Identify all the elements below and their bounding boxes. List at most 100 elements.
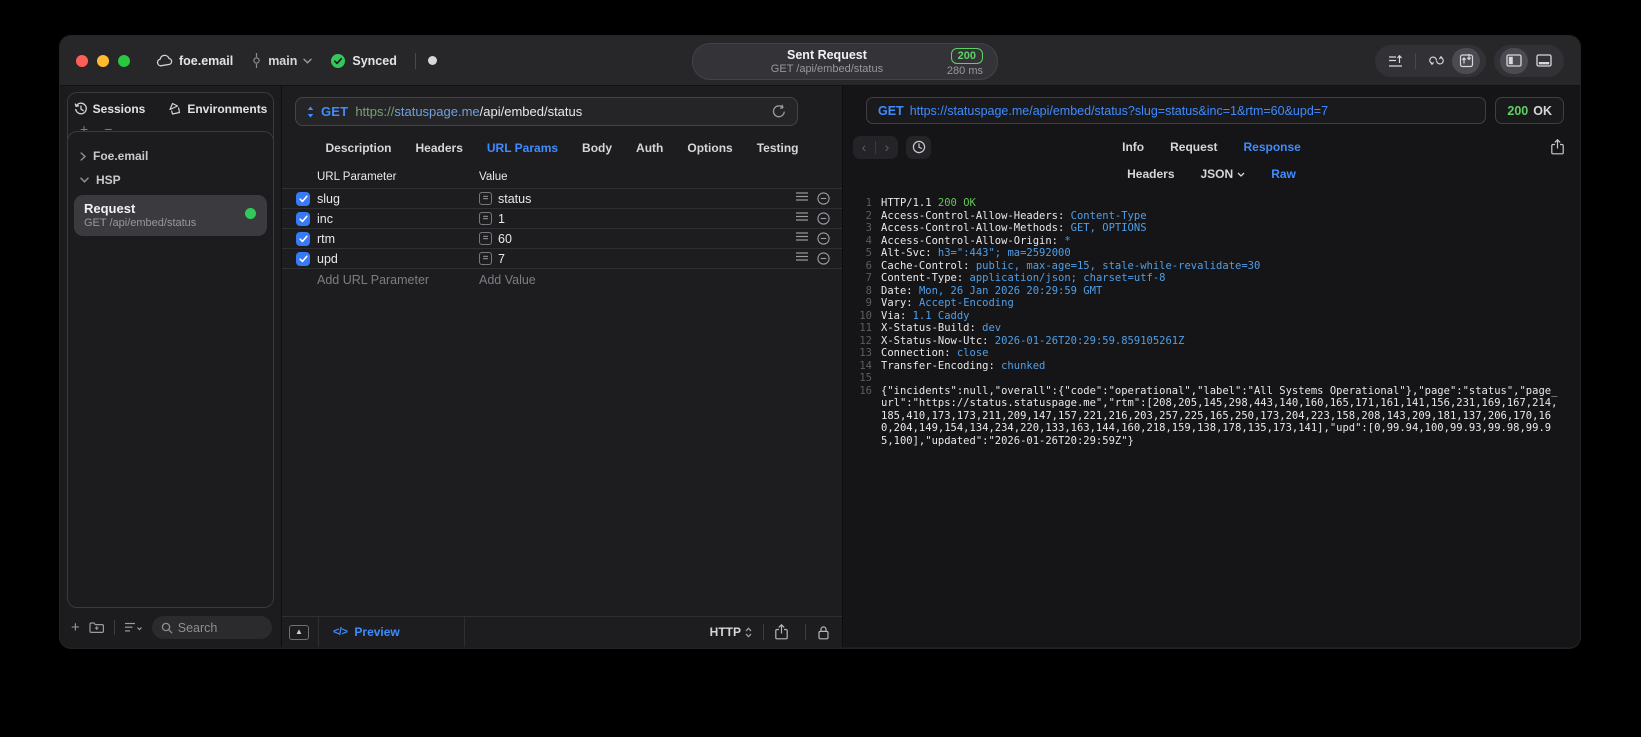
- response-body: 1 HTTP/1.1 200 OK 2 Access-Control-Allow-He…: [843, 188, 1580, 647]
- branch-selector[interactable]: main: [251, 53, 313, 68]
- project-name: foe.email: [179, 53, 234, 68]
- view-tab-json[interactable]: JSON: [1201, 167, 1246, 181]
- minimize-window-button[interactable]: [97, 54, 109, 67]
- param-enabled-checkbox[interactable]: [296, 251, 310, 266]
- tab-description[interactable]: Description: [326, 141, 392, 155]
- remove-row-icon[interactable]: [817, 232, 830, 245]
- lock-icon[interactable]: [817, 625, 842, 640]
- view-tab-raw[interactable]: Raw: [1271, 167, 1296, 181]
- request-subtitle: GET /api/embed/status: [84, 217, 197, 229]
- tab-headers[interactable]: Headers: [416, 141, 463, 155]
- sync-label: Synced: [352, 53, 397, 68]
- remove-row-icon[interactable]: [817, 192, 830, 205]
- request-list-item[interactable]: Request GET /api/embed/status: [74, 195, 267, 236]
- sort-list-icon[interactable]: [124, 622, 143, 633]
- check-circle-icon: [330, 53, 346, 69]
- row-reorder-icon[interactable]: [796, 212, 808, 225]
- param-name[interactable]: inc: [317, 212, 479, 226]
- line-text: Content-Type: application/json; charset=…: [881, 272, 1166, 284]
- tab-testing[interactable]: Testing: [757, 141, 799, 155]
- equals-icon: =: [479, 212, 492, 225]
- params-header-row: URL Parameter Value: [282, 166, 842, 188]
- param-enabled-checkbox[interactable]: [296, 191, 310, 206]
- param-value[interactable]: 1: [498, 212, 505, 226]
- resend-request-icon[interactable]: [772, 104, 786, 119]
- updown-chevrons-icon: [745, 626, 752, 638]
- tab-url-params[interactable]: URL Params: [487, 141, 558, 155]
- group-label: HSP: [96, 173, 121, 187]
- request-url-input[interactable]: https://statuspage.me/api/embed/status: [355, 104, 582, 119]
- line-text: X-Status-Now-Utc: 2026-01-26T20:29:59.85…: [881, 334, 1185, 347]
- tab-sessions[interactable]: Sessions: [74, 102, 145, 116]
- row-reorder-icon[interactable]: [796, 192, 808, 205]
- tab-body[interactable]: Body: [582, 141, 612, 155]
- tab-response[interactable]: Response: [1243, 140, 1300, 154]
- group-foe-email[interactable]: Foe.email: [68, 142, 273, 166]
- request-footer: ▲ </> Preview HTTP: [282, 616, 842, 647]
- share-icon[interactable]: [775, 624, 794, 640]
- group-hsp[interactable]: HSP: [68, 166, 273, 190]
- import-export-icon[interactable]: [1452, 47, 1480, 74]
- project-selector[interactable]: foe.email: [156, 54, 233, 68]
- line-text: X-Status-Build: dev: [881, 322, 1002, 334]
- request-tabs: Description Headers URL Params Body Auth Opti…: [282, 133, 842, 166]
- environments-label: Environments: [187, 102, 268, 116]
- sidebar-search[interactable]: [151, 616, 272, 639]
- search-input[interactable]: [177, 620, 263, 635]
- protocol-select[interactable]: HTTP: [710, 625, 752, 639]
- param-value[interactable]: 7: [498, 252, 505, 266]
- param-name[interactable]: upd: [317, 252, 479, 266]
- new-folder-icon[interactable]: [89, 621, 105, 634]
- sort-lines-icon[interactable]: [1381, 48, 1409, 74]
- row-reorder-icon[interactable]: [796, 252, 808, 265]
- toolbar-separator: [1415, 52, 1416, 69]
- history-nav: ‹ ›: [853, 135, 898, 159]
- line-text: Vary: Accept-Encoding: [881, 297, 1014, 309]
- expand-panel-button[interactable]: ▲: [289, 624, 309, 640]
- response-status-box: 200 OK: [1495, 97, 1564, 124]
- back-icon[interactable]: ‹: [853, 137, 875, 158]
- sync-status[interactable]: Synced: [330, 53, 397, 69]
- toggle-left-panel-icon[interactable]: [1500, 47, 1528, 74]
- param-name[interactable]: rtm: [317, 232, 479, 246]
- response-request-line[interactable]: GET https://statuspage.me/api/embed/stat…: [866, 97, 1487, 124]
- add-value-field[interactable]: Add Value: [479, 273, 784, 287]
- sync-loop-icon[interactable]: [1422, 48, 1450, 74]
- tab-auth[interactable]: Auth: [636, 141, 663, 155]
- tab-request[interactable]: Request: [1170, 140, 1217, 154]
- tab-environments[interactable]: Environments: [167, 102, 267, 116]
- line-number: 7: [865, 272, 872, 284]
- param-row: rtm = 60: [282, 228, 842, 248]
- line-number: 2: [865, 209, 872, 222]
- param-value[interactable]: 60: [498, 232, 512, 246]
- param-enabled-checkbox[interactable]: [296, 231, 310, 246]
- zoom-window-button[interactable]: [118, 54, 130, 67]
- tab-info[interactable]: Info: [1122, 140, 1144, 154]
- history-clock-icon[interactable]: [906, 135, 931, 159]
- param-enabled-checkbox[interactable]: [296, 211, 310, 226]
- request-method[interactable]: GET: [321, 104, 348, 119]
- search-icon: [161, 622, 173, 634]
- param-name[interactable]: slug: [317, 192, 479, 206]
- method-stepper-icon[interactable]: [307, 106, 314, 118]
- param-value[interactable]: status: [498, 192, 531, 206]
- chevron-down-icon: [1237, 172, 1245, 177]
- remove-row-icon[interactable]: [817, 252, 830, 265]
- toggle-bottom-panel-icon[interactable]: [1530, 48, 1558, 74]
- titlebar: foe.email main Synced Sent Request GET /…: [60, 36, 1580, 86]
- export-response-icon[interactable]: [1551, 139, 1564, 155]
- request-url-bar[interactable]: GET https://statuspage.me/api/embed/stat…: [295, 97, 798, 126]
- view-tab-headers[interactable]: Headers: [1127, 167, 1174, 181]
- preview-button[interactable]: </> Preview: [318, 617, 465, 647]
- record-dot[interactable]: [427, 56, 437, 65]
- line-number: 4: [865, 234, 872, 247]
- line-number: 6: [865, 259, 872, 272]
- tab-options[interactable]: Options: [687, 141, 732, 155]
- close-window-button[interactable]: [76, 54, 88, 67]
- sent-request-pill[interactable]: Sent Request GET /api/embed/status 200 2…: [692, 43, 998, 80]
- add-request-icon[interactable]: +: [71, 620, 80, 635]
- remove-row-icon[interactable]: [817, 212, 830, 225]
- row-reorder-icon[interactable]: [796, 232, 808, 245]
- forward-icon[interactable]: ›: [876, 137, 898, 158]
- add-url-parameter-field[interactable]: Add URL Parameter: [317, 273, 479, 287]
